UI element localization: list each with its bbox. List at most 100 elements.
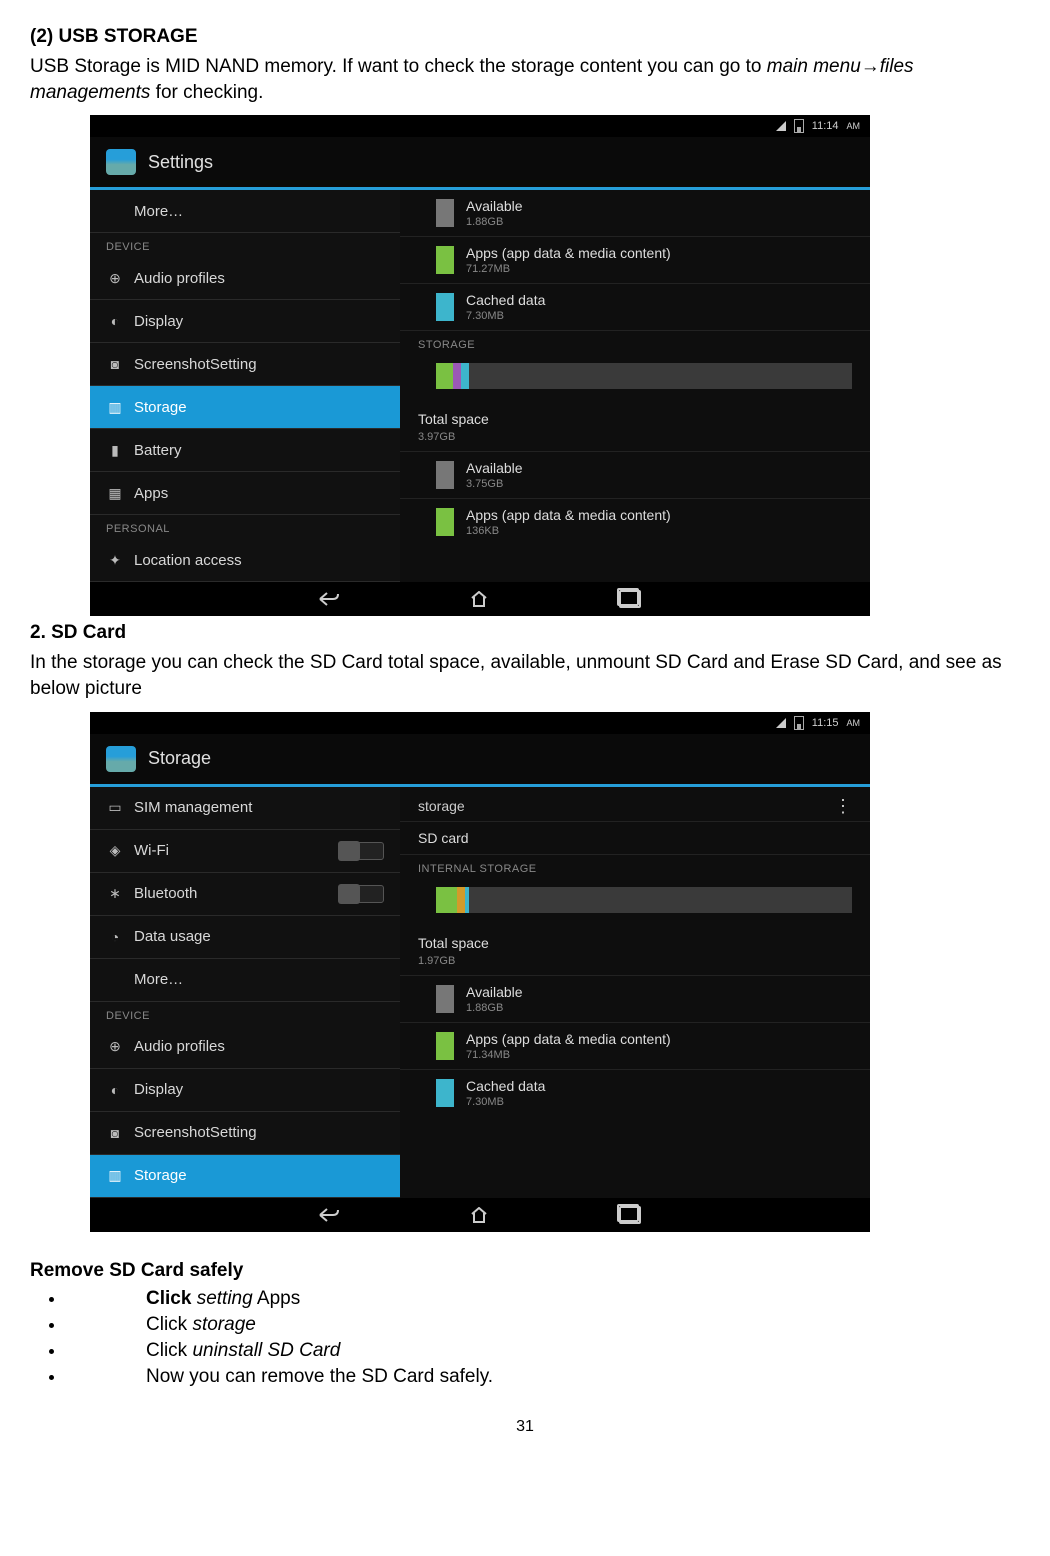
- settings-left-panel: More… DEVICE ⊕ Audio profiles ◐ Display …: [90, 190, 400, 582]
- internal-item-apps[interactable]: Apps (app data & media content) 71.34MB: [400, 1023, 870, 1070]
- b1-italic: setting: [197, 1288, 253, 1309]
- usage-seg-cache: [461, 363, 469, 389]
- wifi-toggle[interactable]: [338, 842, 384, 860]
- sidebar-item-more[interactable]: More…: [90, 190, 400, 233]
- label-audio-2: Audio profiles: [134, 1038, 225, 1055]
- bullet-list: Click setting Apps Click storage Click u…: [30, 1288, 1020, 1388]
- p1-main-menu: main menu: [767, 56, 861, 77]
- screenshot-settings-storage: 11:14 AM Settings More… DEVICE ⊕ Audio p…: [90, 115, 870, 616]
- storage-item-apps[interactable]: Apps (app data & media content) 71.27MB: [400, 237, 870, 284]
- sidebar-item-sim[interactable]: ▭ SIM management: [90, 787, 400, 830]
- sidebar-item-apps[interactable]: ▦ Apps: [90, 472, 400, 515]
- sidebar-item-bluetooth[interactable]: ∗ Bluetooth: [90, 873, 400, 916]
- label-sim: SIM management: [134, 799, 252, 816]
- internal-item-cache[interactable]: Cached data 7.30MB: [400, 1070, 870, 1116]
- swatch-available: [436, 199, 454, 227]
- nav-back-icon-2[interactable]: [319, 1206, 339, 1224]
- nav-recent-icon[interactable]: [619, 590, 641, 608]
- usage-seg-apps: [436, 363, 453, 389]
- para-sdcard: In the storage you can check the SD Card…: [30, 650, 1020, 701]
- p1-text-a: USB Storage is MID NAND memory. If want …: [30, 56, 767, 77]
- storage-item-available[interactable]: Available 1.88GB: [400, 190, 870, 237]
- header-title-2: Storage: [148, 748, 211, 769]
- blank-icon-2: [106, 971, 124, 989]
- sidebar-item-more-2[interactable]: More…: [90, 959, 400, 1002]
- storage-item-cached[interactable]: Cached data 7.30MB: [400, 284, 870, 331]
- nav-back-icon[interactable]: [319, 590, 339, 608]
- storage-item-available2[interactable]: Available 3.75GB: [400, 452, 870, 499]
- label-data: Data usage: [134, 928, 211, 945]
- sidebar-item-data[interactable]: ◔ Data usage: [90, 916, 400, 959]
- b3-italic: uninstall SD Card: [192, 1340, 340, 1361]
- display-icon-2: ◐: [106, 1081, 124, 1099]
- sim-icon: ▭: [106, 799, 124, 817]
- header-title: Settings: [148, 152, 213, 173]
- sidebar-item-screenshot-2[interactable]: ◙ ScreenshotSetting: [90, 1112, 400, 1155]
- label-battery: Battery: [134, 442, 182, 459]
- page-number: 31: [30, 1418, 1020, 1436]
- camera-icon-2: ◙: [106, 1124, 124, 1142]
- sidebar-item-screenshot[interactable]: ◙ ScreenshotSetting: [90, 343, 400, 386]
- label-more: More…: [134, 203, 183, 220]
- storage-detail-panel: Available 1.88GB Apps (app data & media …: [400, 190, 870, 582]
- storage-header-icon: [106, 746, 136, 772]
- location-icon: ✦: [106, 551, 124, 569]
- category-device: DEVICE: [90, 233, 400, 257]
- nav-home-icon-2[interactable]: [469, 1206, 489, 1224]
- sidebar-item-display-2[interactable]: ◐ Display: [90, 1069, 400, 1112]
- label-more-2: More…: [134, 971, 183, 988]
- internal-total-space[interactable]: Total space 1.97GB: [400, 927, 870, 976]
- sidebar-item-location[interactable]: ✦ Location access: [90, 539, 400, 582]
- section-heading-remove-sd: Remove SD Card safely: [30, 1260, 1020, 1282]
- label-location: Location access: [134, 552, 242, 569]
- overflow-menu-icon[interactable]: ⋮: [834, 797, 852, 815]
- storage-icon: ▥: [106, 398, 124, 416]
- battery-menu-icon: ▮: [106, 441, 124, 459]
- sidebar-item-storage-2[interactable]: ▥ Storage: [90, 1155, 400, 1198]
- swatch-cache: [436, 293, 454, 321]
- sidebar-item-audio-2[interactable]: ⊕ Audio profiles: [90, 1026, 400, 1069]
- cache-title-2: Cached data: [466, 1078, 545, 1094]
- b3-plain: Click: [146, 1340, 192, 1361]
- b1-rest: Apps: [253, 1288, 301, 1309]
- nav-home-icon[interactable]: [469, 590, 489, 608]
- audio-icon: ⊕: [106, 269, 124, 287]
- internal-item-available[interactable]: Available 1.88GB: [400, 976, 870, 1023]
- usage-seg-purple: [453, 363, 461, 389]
- cache-title: Cached data: [466, 292, 545, 308]
- nav-recent-icon-2[interactable]: [619, 1206, 641, 1224]
- status-time-2: 11:15: [812, 717, 839, 729]
- label-wifi: Wi-Fi: [134, 842, 169, 859]
- available2-value: 3.75GB: [466, 478, 523, 490]
- status-ampm-2: AM: [847, 718, 861, 728]
- swatch-avail-2: [436, 985, 454, 1013]
- sidebar-item-display[interactable]: ◐ Display: [90, 300, 400, 343]
- label-display: Display: [134, 313, 183, 330]
- category-device-2: DEVICE: [90, 1002, 400, 1026]
- storage-total-space[interactable]: Total space 3.97GB: [400, 403, 870, 452]
- storage-item-apps2[interactable]: Apps (app data & media content) 136KB: [400, 499, 870, 545]
- usage-seg-orange: [457, 887, 465, 913]
- category-internal: INTERNAL STORAGE: [400, 855, 870, 879]
- apps2-value: 136KB: [466, 525, 671, 537]
- sidebar-item-battery[interactable]: ▮ Battery: [90, 429, 400, 472]
- category-personal: PERSONAL: [90, 515, 400, 539]
- swatch-available2: [436, 461, 454, 489]
- screenshot-storage-detail: 11:15 AM Storage ▭ SIM management ◈ Wi-F…: [90, 712, 870, 1232]
- total-title: Total space: [418, 411, 852, 427]
- status-bar: 11:14 AM: [90, 115, 870, 137]
- label-apps: Apps: [134, 485, 168, 502]
- available-value: 1.88GB: [466, 216, 523, 228]
- storage-sdcard-row[interactable]: SD card: [400, 821, 870, 855]
- storage-detail-panel-2: storage ⋮ SD card INTERNAL STORAGE Total…: [400, 787, 870, 1198]
- sidebar-item-storage[interactable]: ▥ Storage: [90, 386, 400, 429]
- status-ampm: AM: [847, 121, 861, 131]
- header-bar: Settings: [90, 137, 870, 190]
- bt-toggle[interactable]: [338, 885, 384, 903]
- nav-bar: [90, 582, 870, 616]
- apps-value-2: 71.34MB: [466, 1049, 671, 1061]
- nav-bar-2: [90, 1198, 870, 1232]
- sidebar-item-audio[interactable]: ⊕ Audio profiles: [90, 257, 400, 300]
- sidebar-item-wifi[interactable]: ◈ Wi-Fi: [90, 830, 400, 873]
- sdcard-title: SD card: [418, 830, 852, 846]
